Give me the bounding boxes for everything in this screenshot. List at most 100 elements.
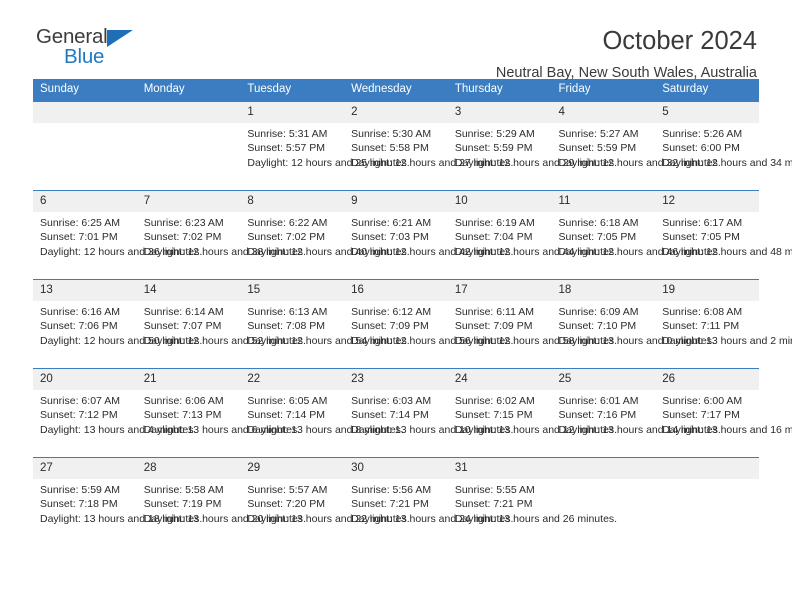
- day-cell-content: 10 Sunrise: 6:19 AM Sunset: 7:04 PM Dayligh…: [447, 191, 617, 279]
- day-cell[interactable]: 26 Sunrise: 6:00 AM Sunset: 7:17 PM Dayligh…: [655, 368, 792, 458]
- day-cell[interactable]: 15 Sunrise: 6:13 AM Sunset: 7:08 PM Dayligh…: [240, 279, 410, 369]
- day-number: 14: [136, 280, 241, 301]
- day-cell[interactable]: 20 Sunrise: 6:07 AM Sunset: 7:12 PM Dayligh…: [33, 368, 197, 458]
- day-number: [655, 458, 759, 479]
- sunrise-time: Sunrise: 6:01 AM: [558, 395, 639, 407]
- day-cell[interactable]: 28 Sunrise: 5:58 AM Sunset: 7:19 PM Dayligh…: [136, 457, 306, 546]
- day-cell-content: 1 Sunrise: 5:31 AM Sunset: 5:57 PM Daylight…: [240, 102, 410, 190]
- day-cell[interactable]: 30 Sunrise: 5:56 AM Sunset: 7:21 PM Dayligh…: [344, 457, 513, 546]
- sunset-time: Sunset: 7:06 PM: [40, 320, 118, 333]
- day-cell-content: 31 Sunrise: 5:55 AM Sunset: 7:21 PM Dayligh…: [447, 458, 618, 546]
- calendar-week-row: 6 Sunrise: 6:25 AM Sunset: 7:01 PM Daylight…: [33, 190, 792, 280]
- day-cell[interactable]: 31 Sunrise: 5:55 AM Sunset: 7:21 PM Dayligh…: [447, 457, 618, 546]
- day-cell[interactable]: 7 Sunrise: 6:23 AM Sunset: 7:02 PM Daylight…: [136, 190, 306, 280]
- day-cell[interactable]: 17 Sunrise: 6:11 AM Sunset: 7:09 PM Dayligh…: [447, 279, 618, 369]
- day-cell[interactable]: 24 Sunrise: 6:02 AM Sunset: 7:15 PM Dayligh…: [447, 368, 618, 458]
- day-cell[interactable]: 27 Sunrise: 5:59 AM Sunset: 7:18 PM Dayligh…: [33, 457, 203, 546]
- sunset-time: Sunset: 7:18 PM: [40, 498, 118, 511]
- weekday-header-tuesday: Tuesday: [240, 79, 345, 102]
- calendar-week-row: 27 Sunrise: 5:59 AM Sunset: 7:18 PM Dayligh…: [33, 457, 759, 546]
- sunset-time: Sunset: 7:10 PM: [558, 320, 637, 333]
- day-details: Sunrise: 5:31 AM Sunset: 5:57 PM Daylight:…: [240, 123, 410, 170]
- day-cell[interactable]: 3 Sunrise: 5:29 AM Sunset: 5:59 PM Daylight…: [447, 101, 617, 191]
- day-cell-content: 14 Sunrise: 6:14 AM Sunset: 7:07 PM Dayligh…: [136, 280, 306, 368]
- generalblue-logo[interactable]: General Blue: [33, 26, 148, 72]
- day-cell[interactable]: 4 Sunrise: 5:27 AM Sunset: 5:59 PM Daylight…: [551, 101, 721, 191]
- sunrise-time: Sunrise: 6:23 AM: [143, 217, 224, 229]
- day-cell[interactable]: 2 Sunrise: 5:30 AM Sunset: 5:58 PM Daylight…: [344, 101, 513, 191]
- day-details: Sunrise: 6:18 AM Sunset: 7:05 PM Daylight:…: [552, 212, 721, 259]
- sunset-time: Sunset: 7:14 PM: [351, 409, 429, 422]
- day-cell-content: 13 Sunrise: 6:16 AM Sunset: 7:06 PM Dayligh…: [33, 280, 203, 368]
- weekday-header-sunday: Sunday: [33, 79, 137, 102]
- sunrise-time: Sunrise: 6:06 AM: [143, 395, 224, 407]
- day-cell-content: 2 Sunrise: 5:30 AM Sunset: 5:58 PM Daylight…: [344, 102, 513, 190]
- day-details: Sunrise: 6:02 AM Sunset: 7:15 PM Daylight:…: [448, 390, 618, 437]
- daylight-duration: Daylight: 13 hours and 8 minutes.: [247, 423, 404, 436]
- day-cell-content: 26 Sunrise: 6:00 AM Sunset: 7:17 PM Dayligh…: [655, 369, 792, 457]
- sunrise-time: Sunrise: 5:57 AM: [247, 484, 328, 496]
- logo-triangle-icon: [107, 30, 133, 47]
- day-cell[interactable]: 19 Sunrise: 6:08 AM Sunset: 7:11 PM Dayligh…: [655, 279, 792, 369]
- day-details: Sunrise: 6:23 AM Sunset: 7:02 PM Daylight:…: [137, 212, 306, 259]
- day-cell[interactable]: 10 Sunrise: 6:19 AM Sunset: 7:04 PM Dayligh…: [447, 190, 617, 280]
- day-cell[interactable]: 23 Sunrise: 6:03 AM Sunset: 7:14 PM Dayligh…: [344, 368, 513, 458]
- day-cell-empty: [551, 457, 656, 546]
- day-details: Sunrise: 6:06 AM Sunset: 7:13 PM Daylight:…: [137, 390, 300, 437]
- day-cell-content: 21 Sunrise: 6:06 AM Sunset: 7:13 PM Dayligh…: [136, 369, 300, 457]
- day-cell-content: [33, 102, 137, 190]
- daylight-duration: Daylight: 13 hours and 4 minutes.: [40, 423, 197, 436]
- day-number: 4: [551, 102, 656, 123]
- day-cell[interactable]: 1 Sunrise: 5:31 AM Sunset: 5:57 PM Daylight…: [240, 101, 410, 191]
- day-number: 20: [33, 369, 137, 390]
- day-details: Sunrise: 6:00 AM Sunset: 7:17 PM Daylight:…: [655, 390, 792, 437]
- daylight-duration: Daylight: 13 hours and 12 minutes.: [454, 423, 618, 436]
- day-cell[interactable]: 25 Sunrise: 6:01 AM Sunset: 7:16 PM Dayligh…: [551, 368, 721, 458]
- day-details: Sunrise: 5:55 AM Sunset: 7:21 PM Daylight:…: [448, 479, 618, 526]
- day-number: [136, 102, 241, 123]
- day-cell[interactable]: 12 Sunrise: 6:17 AM Sunset: 7:05 PM Dayligh…: [655, 190, 792, 280]
- day-cell-content: 8 Sunrise: 6:22 AM Sunset: 7:02 PM Daylight…: [240, 191, 410, 279]
- daylight-duration: Daylight: 12 hours and 58 minutes.: [454, 334, 618, 347]
- page-title: October 2024: [602, 27, 757, 55]
- daylight-duration: Daylight: 12 hours and 46 minutes.: [558, 245, 721, 258]
- day-cell[interactable]: 14 Sunrise: 6:14 AM Sunset: 7:07 PM Dayligh…: [136, 279, 306, 369]
- page-header: General Blue October 2024 Neutral Bay, N…: [33, 0, 759, 82]
- day-cell[interactable]: 13 Sunrise: 6:16 AM Sunset: 7:06 PM Dayligh…: [33, 279, 203, 369]
- day-details: Sunrise: 5:59 AM Sunset: 7:18 PM Daylight:…: [33, 479, 203, 526]
- day-details: Sunrise: 6:11 AM Sunset: 7:09 PM Daylight:…: [448, 301, 618, 348]
- daylight-duration: Daylight: 12 hours and 36 minutes.: [40, 245, 203, 258]
- day-number: 15: [240, 280, 345, 301]
- day-cell[interactable]: 22 Sunrise: 6:05 AM Sunset: 7:14 PM Dayligh…: [240, 368, 404, 458]
- sunrise-time: Sunrise: 6:25 AM: [40, 217, 120, 229]
- day-details: Sunrise: 5:27 AM Sunset: 5:59 PM Daylight:…: [552, 123, 721, 170]
- day-cell[interactable]: 6 Sunrise: 6:25 AM Sunset: 7:01 PM Daylight…: [33, 190, 203, 280]
- day-cell[interactable]: 16 Sunrise: 6:12 AM Sunset: 7:09 PM Dayligh…: [344, 279, 514, 369]
- day-cell[interactable]: 29 Sunrise: 5:57 AM Sunset: 7:20 PM Dayligh…: [240, 457, 410, 546]
- day-cell[interactable]: 5 Sunrise: 5:26 AM Sunset: 6:00 PM Daylight…: [655, 101, 792, 191]
- sunrise-time: Sunrise: 6:17 AM: [662, 217, 743, 229]
- daylight-duration: Daylight: 12 hours and 50 minutes.: [40, 334, 203, 347]
- sunset-time: Sunset: 7:02 PM: [247, 231, 326, 244]
- day-number: 10: [447, 191, 552, 212]
- day-details: Sunrise: 5:57 AM Sunset: 7:20 PM Daylight:…: [240, 479, 409, 526]
- day-cell[interactable]: 11 Sunrise: 6:18 AM Sunset: 7:05 PM Dayligh…: [551, 190, 721, 280]
- sunset-time: Sunset: 6:00 PM: [662, 142, 740, 155]
- daylight-duration: Daylight: 12 hours and 32 minutes.: [558, 156, 721, 169]
- day-cell[interactable]: 8 Sunrise: 6:22 AM Sunset: 7:02 PM Daylight…: [240, 190, 410, 280]
- day-cell-content: 11 Sunrise: 6:18 AM Sunset: 7:05 PM Dayligh…: [551, 191, 721, 279]
- day-details: Sunrise: 5:58 AM Sunset: 7:19 PM Daylight:…: [137, 479, 306, 526]
- day-details: Sunrise: 6:22 AM Sunset: 7:02 PM Daylight:…: [240, 212, 409, 259]
- day-cell[interactable]: 18 Sunrise: 6:09 AM Sunset: 7:10 PM Dayligh…: [551, 279, 715, 369]
- day-details: Sunrise: 6:17 AM Sunset: 7:05 PM Daylight:…: [655, 212, 792, 259]
- day-cell[interactable]: 21 Sunrise: 6:06 AM Sunset: 7:13 PM Dayligh…: [136, 368, 300, 458]
- day-details: Sunrise: 6:03 AM Sunset: 7:14 PM Daylight:…: [344, 390, 513, 437]
- daylight-duration: Daylight: 12 hours and 56 minutes.: [351, 334, 514, 347]
- day-cell[interactable]: 9 Sunrise: 6:21 AM Sunset: 7:03 PM Daylight…: [344, 190, 513, 280]
- daylight-duration: Daylight: 12 hours and 25 minutes.: [247, 156, 410, 169]
- day-number: 6: [33, 191, 137, 212]
- daylight-duration: Daylight: 13 hours and 18 minutes.: [40, 512, 203, 525]
- day-cell-content: 22 Sunrise: 6:05 AM Sunset: 7:14 PM Dayligh…: [240, 369, 404, 457]
- day-cell-content: 20 Sunrise: 6:07 AM Sunset: 7:12 PM Dayligh…: [33, 369, 197, 457]
- daylight-duration: Daylight: 13 hours and 26 minutes.: [454, 512, 618, 525]
